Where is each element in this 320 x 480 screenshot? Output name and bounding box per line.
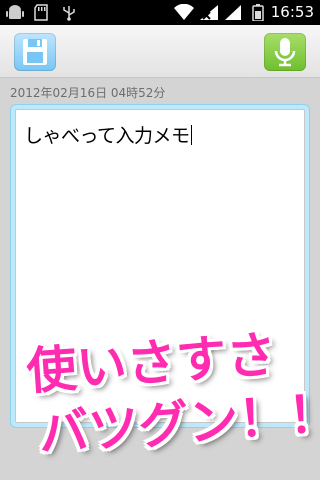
battery-icon: [252, 4, 264, 21]
wifi-icon: [174, 4, 194, 20]
memo-date: 2012年02月16日 04時52分: [10, 86, 166, 100]
floppy-save-icon: [23, 39, 47, 65]
signal-icon: [225, 5, 241, 20]
sd-card-icon: [34, 4, 48, 21]
mic-button[interactable]: [264, 33, 306, 71]
no-sim-icon: [200, 5, 218, 20]
android-icon: [6, 5, 24, 19]
memo-text: しゃべって入力メモ: [24, 125, 190, 147]
save-button[interactable]: [14, 33, 56, 71]
status-bar: 16:53: [0, 0, 320, 25]
status-time: 16:53: [270, 3, 314, 21]
microphone-icon: [274, 38, 296, 67]
text-caret: [190, 125, 192, 145]
usb-icon: [63, 6, 75, 21]
toolbar: [0, 25, 320, 78]
